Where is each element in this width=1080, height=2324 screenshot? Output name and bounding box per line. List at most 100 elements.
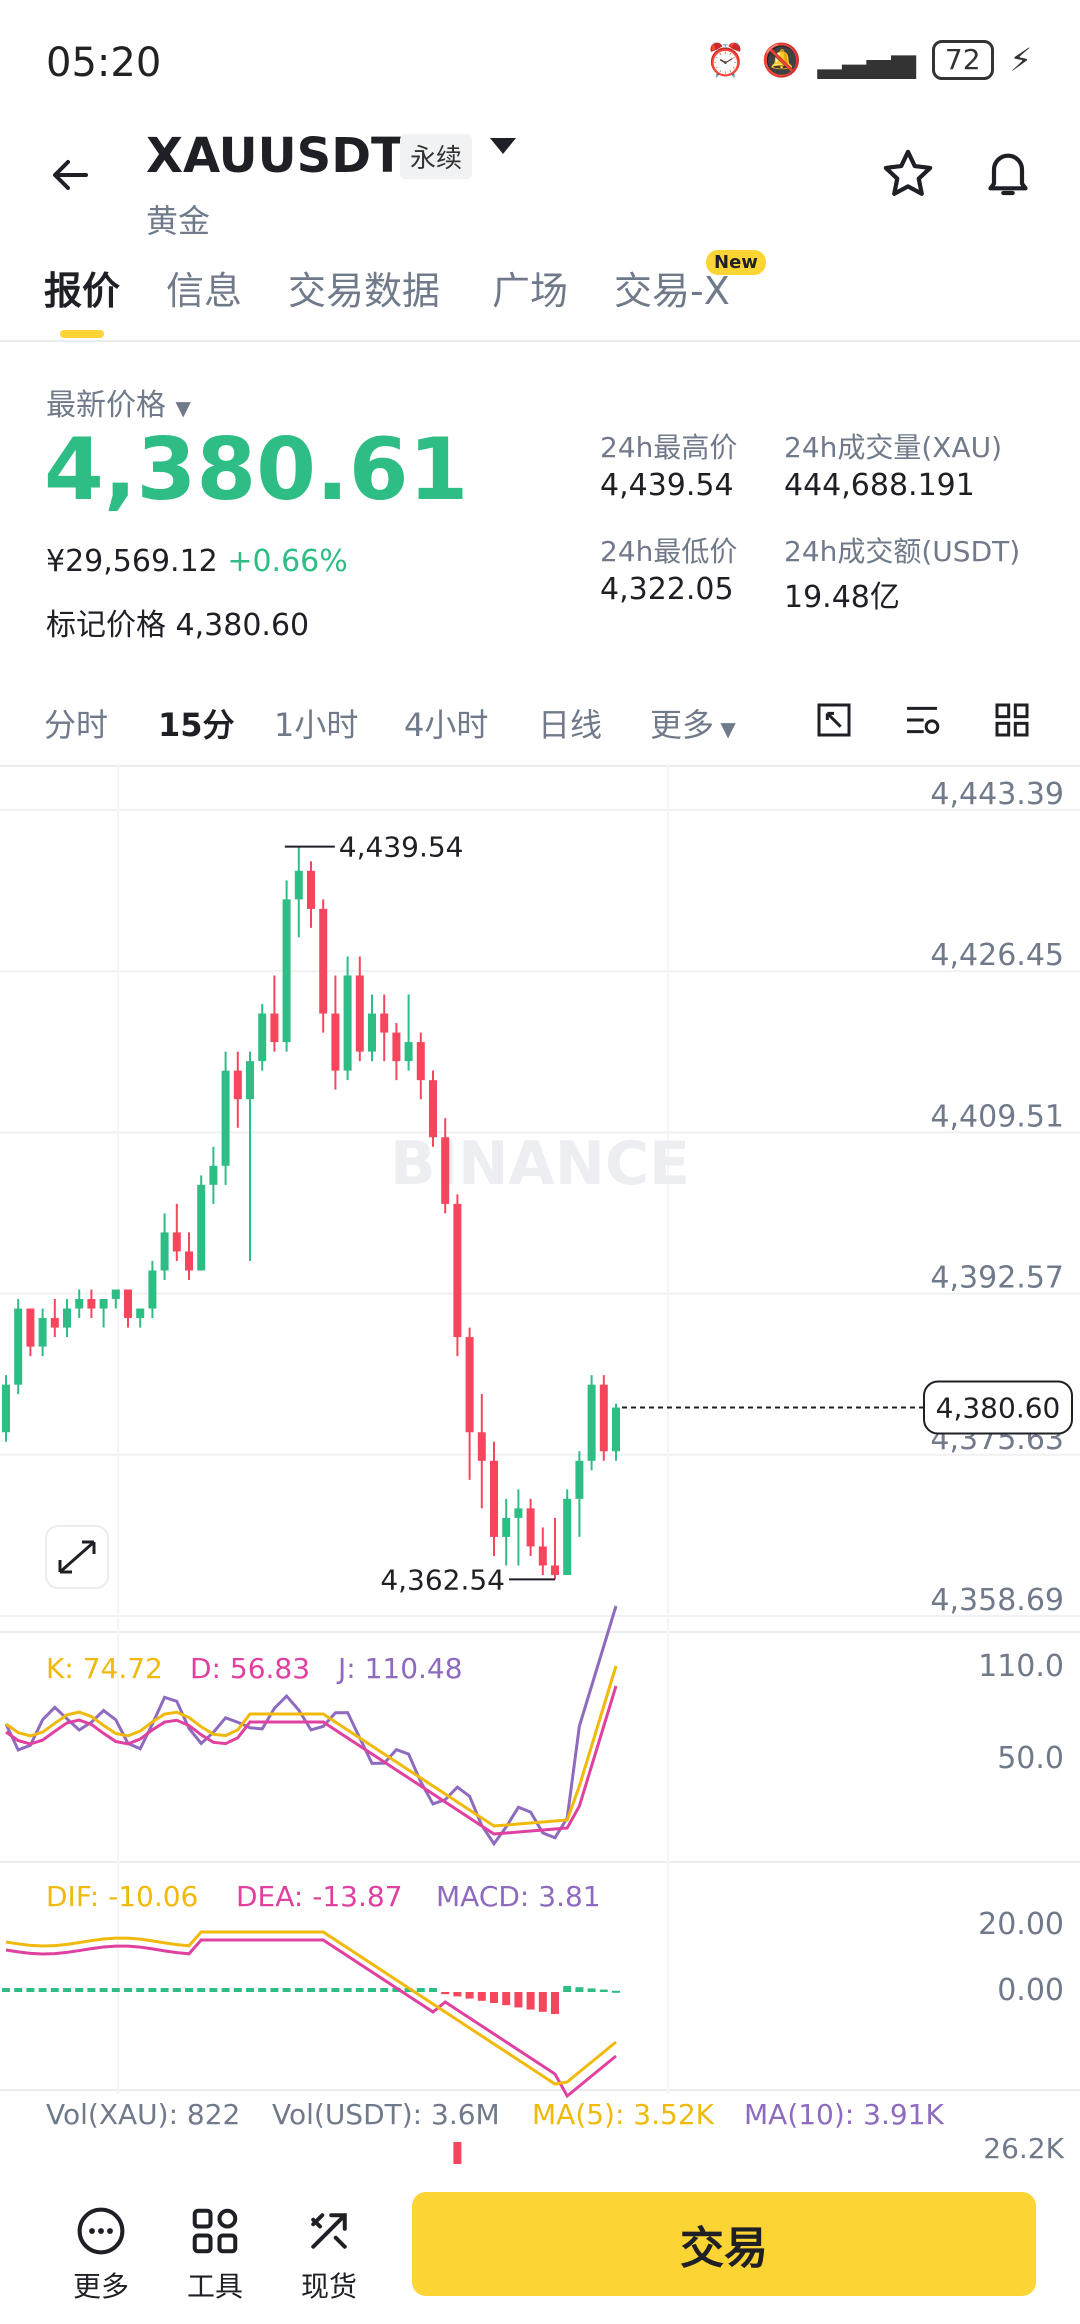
macd-histogram-bar	[124, 1988, 132, 1992]
interval-more[interactable]: 更多 ▼	[650, 700, 736, 746]
candlestick-chart[interactable]: 4,443.394,426.454,409.514,392.574,375.63…	[0, 764, 1080, 2165]
candle-body	[404, 1042, 413, 1062]
macd-histogram-bar	[599, 1989, 608, 1992]
tab-quote[interactable]: 报价	[44, 260, 120, 315]
interval-1d[interactable]: 日线	[538, 700, 602, 746]
candle-body	[453, 1203, 462, 1338]
volume-axis-label: 26.2K	[983, 2132, 1064, 2164]
indicator-settings-icon[interactable]	[902, 700, 942, 740]
kdj-axis-label: 50.0	[997, 1741, 1064, 1776]
bell-icon[interactable]	[980, 144, 1036, 200]
candle-body	[502, 1517, 511, 1537]
volume-label: 24h成交量(XAU)	[784, 431, 1003, 464]
more-button[interactable]: 更多	[56, 2204, 146, 2305]
favorite-star-icon[interactable]	[880, 146, 936, 202]
macd-histogram-bar	[197, 1988, 206, 1992]
interval-time[interactable]: 分时	[44, 700, 108, 746]
macd-histogram-bar	[185, 1988, 193, 1992]
chevron-down-icon[interactable]	[490, 138, 516, 154]
volume-bar	[453, 2142, 462, 2164]
tools-grid-icon	[192, 2208, 238, 2254]
macd-histogram-bar	[551, 1992, 559, 2014]
candle-body	[233, 1070, 242, 1100]
kdj-d-label: D: 56.83	[190, 1652, 311, 1685]
candle-body	[50, 1318, 59, 1328]
candle-body	[75, 1299, 84, 1309]
tab-info[interactable]: 信息	[166, 260, 242, 315]
candle-body	[160, 1232, 169, 1271]
more-dots-icon	[77, 2207, 125, 2255]
macd-histogram-bar	[282, 1988, 291, 1992]
macd-histogram-bar	[99, 1988, 108, 1992]
trade-button[interactable]: 交易	[412, 2192, 1036, 2296]
macd-histogram-bar	[343, 1988, 352, 1992]
candle-body	[477, 1432, 486, 1461]
macd-dif-label: DIF: -10.06	[46, 1880, 199, 1913]
charging-icon: ⚡	[1009, 41, 1032, 79]
macd-histogram-bar	[355, 1988, 364, 1992]
chart-fullscreen-icon[interactable]	[814, 700, 854, 740]
cny-price: ¥29,569.12	[46, 544, 218, 579]
macd-histogram-bar	[307, 1988, 315, 1992]
kdj-axis-label: 110.0	[978, 1649, 1064, 1684]
header: XAUUSDT 永续 黄金	[0, 120, 1080, 240]
interval-15m[interactable]: 15分	[158, 700, 235, 746]
candle-body	[429, 1080, 437, 1138]
macd-histogram-bar	[563, 1986, 572, 1992]
candle-body	[490, 1460, 498, 1537]
interval-4h[interactable]: 4小时	[404, 700, 488, 746]
symbol-title[interactable]: XAUUSDT	[146, 128, 404, 184]
interval-1h[interactable]: 1小时	[274, 700, 358, 746]
interval-bar: 分时 15分 1小时 4小时 日线 更多 ▼	[0, 690, 1080, 760]
macd-histogram-bar	[221, 1988, 230, 1992]
macd-histogram-bar	[368, 1988, 376, 1992]
candle-body	[416, 1042, 425, 1081]
candle-body	[172, 1232, 181, 1252]
status-time: 05:20	[46, 40, 162, 86]
candle-body	[148, 1270, 157, 1309]
interval-more-label: 更多	[650, 706, 715, 744]
latest-price-label-text: 最新价格	[46, 388, 166, 423]
candle-body	[551, 1565, 559, 1575]
current-price-tag-label: 4,380.60	[936, 1392, 1061, 1425]
macd-histogram-bar	[160, 1988, 169, 1992]
latest-price-label[interactable]: 最新价格 ▼	[46, 380, 191, 424]
candle-body	[38, 1318, 47, 1347]
candle-body	[26, 1308, 35, 1347]
macd-histogram-bar	[136, 1988, 145, 1992]
kdj-k-label: K: 74.72	[46, 1652, 163, 1685]
price-change: +0.66%	[227, 544, 348, 579]
candle-body	[197, 1184, 206, 1271]
macd-dea-line	[5, 1938, 617, 2099]
candle-body	[258, 1013, 267, 1062]
low-value: 4,322.05	[600, 572, 734, 607]
tools-button[interactable]: 工具	[170, 2204, 260, 2305]
cny-price-row: ¥29,569.12 +0.66%	[46, 544, 348, 579]
candle-body	[124, 1289, 132, 1319]
candle-body	[246, 1061, 254, 1100]
candle-body	[514, 1508, 523, 1518]
high-value: 4,439.54	[600, 468, 734, 503]
layout-grid-icon[interactable]	[992, 700, 1032, 740]
spot-label: 现货	[300, 2270, 357, 2303]
tab-trading-data[interactable]: 交易数据	[288, 260, 440, 315]
macd-histogram-bar	[453, 1992, 462, 1997]
tab-square[interactable]: 广场	[492, 260, 568, 315]
caret-down-icon: ▼	[175, 396, 191, 420]
macd-histogram-bar	[612, 1990, 620, 1993]
vol-ma10-label: MA(10): 3.91K	[744, 2098, 944, 2131]
mark-price-value: 4,380.60	[175, 608, 310, 643]
candle-body	[270, 1013, 279, 1043]
macd-histogram-bar	[514, 1992, 523, 2008]
candle-body	[441, 1137, 450, 1204]
candle-body	[63, 1308, 71, 1328]
macd-histogram-bar	[429, 1988, 437, 1992]
macd-histogram-bar	[246, 1988, 254, 1992]
vol-ma5-label: MA(5): 3.52K	[532, 2098, 715, 2131]
macd-histogram-bar	[490, 1992, 498, 2003]
low-marker-label: 4,362.54	[380, 1563, 505, 1596]
back-arrow-icon[interactable]	[46, 150, 96, 200]
high-label: 24h最高价	[600, 431, 738, 464]
chart-area[interactable]: 4,443.39 4,426.45 4,409.51 4,392.57 4,375.63…	[0, 764, 1080, 2165]
spot-button[interactable]: 现货	[284, 2204, 374, 2305]
